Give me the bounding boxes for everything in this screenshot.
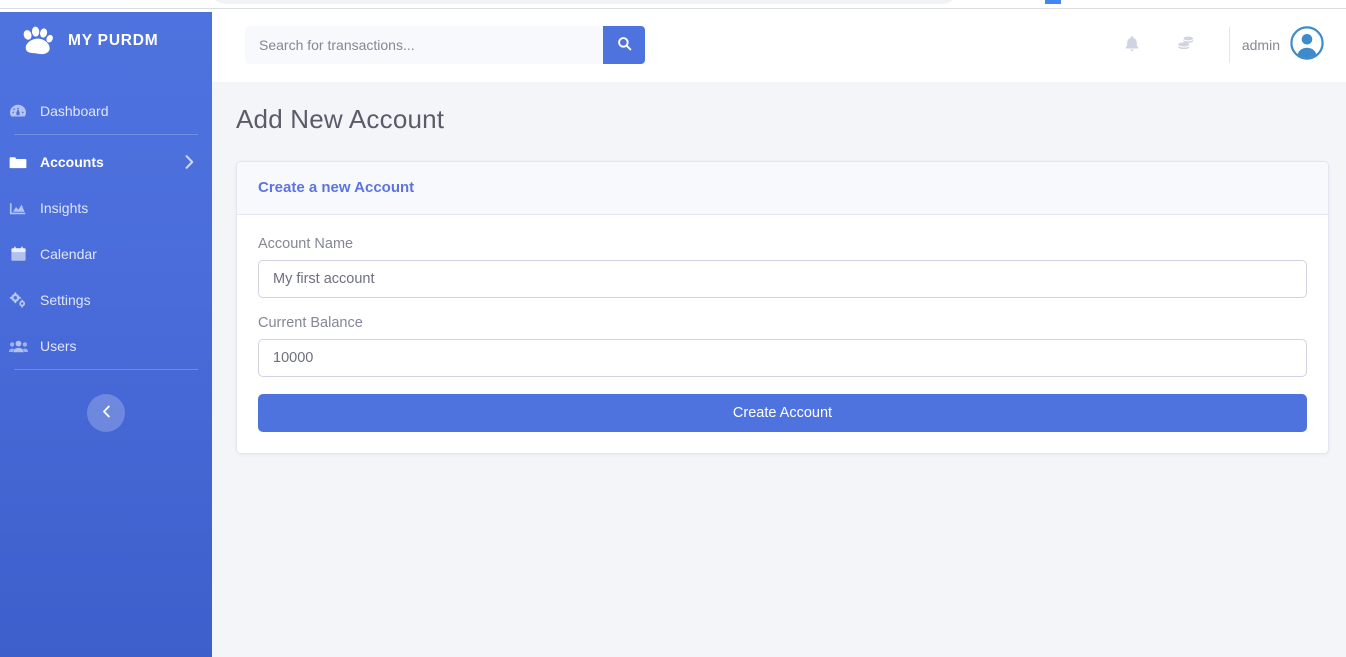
sidebar-item-label: Settings (40, 292, 91, 308)
sidebar-item-calendar[interactable]: Calendar (0, 231, 212, 277)
current-balance-input[interactable] (258, 339, 1307, 377)
user-menu[interactable]: admin (1241, 25, 1324, 65)
calendar-icon (8, 245, 28, 263)
user-avatar-icon (1290, 25, 1324, 65)
topbar: admin (212, 8, 1346, 82)
form-group-account-name: Account Name (258, 236, 1307, 298)
search-form (245, 26, 645, 64)
user-name: admin (1241, 37, 1280, 53)
coins-icon (1177, 35, 1195, 55)
page-title: Add New Account (236, 104, 445, 134)
bell-icon (1124, 35, 1140, 56)
sidebar-collapse-button[interactable] (87, 394, 125, 432)
brand-link[interactable]: MY PURDM (0, 0, 212, 82)
card-header-title: Create a new Account (258, 179, 415, 196)
sidebar-item-dashboard[interactable]: Dashboard (0, 88, 212, 134)
app-root: MY PURDM Dashboard Accounts Insights Cal… (0, 0, 1346, 657)
sidebar-item-label: Dashboard (40, 103, 109, 119)
tachometer-icon (8, 102, 28, 120)
chart-area-icon (8, 199, 28, 217)
create-account-button[interactable]: Create Account (258, 394, 1307, 432)
sidebar-toggle-wrap (0, 370, 212, 432)
sidebar-item-label: Accounts (40, 154, 104, 170)
current-balance-label: Current Balance (258, 315, 363, 331)
account-name-label: Account Name (258, 236, 354, 252)
sidebar-item-accounts[interactable]: Accounts (0, 139, 212, 185)
card-header: Create a new Account (237, 162, 1328, 215)
topbar-divider (1228, 27, 1230, 63)
account-name-input[interactable] (258, 260, 1307, 298)
paw-icon (20, 26, 54, 56)
card-body: Account Name Current Balance Create Acco… (237, 215, 1328, 453)
sidebar-item-settings[interactable]: Settings (0, 277, 212, 323)
chevron-right-icon (185, 155, 194, 169)
cogs-icon (8, 291, 28, 309)
sidebar-nav: Dashboard Accounts Insights Calendar Set… (0, 82, 212, 370)
sidebar: MY PURDM Dashboard Accounts Insights Cal… (0, 0, 212, 657)
sidebar-item-users[interactable]: Users (0, 323, 212, 369)
sidebar-item-label: Users (40, 338, 77, 354)
search-button[interactable] (603, 26, 645, 64)
notifications-button[interactable] (1105, 8, 1159, 82)
folder-icon (8, 153, 28, 171)
coins-button[interactable] (1159, 8, 1213, 82)
sidebar-item-label: Calendar (40, 246, 97, 262)
brand-text: MY PURDM (68, 32, 159, 49)
main-content: Add New Account Create a new Account Acc… (212, 82, 1346, 657)
create-account-card: Create a new Account Account Name Curren… (236, 161, 1329, 454)
sidebar-item-label: Insights (40, 200, 89, 216)
search-input[interactable] (245, 26, 603, 64)
form-group-current-balance: Current Balance (258, 315, 1307, 377)
search-icon (617, 36, 632, 54)
chevron-left-icon (102, 405, 111, 421)
users-icon (8, 337, 28, 355)
sidebar-item-insights[interactable]: Insights (0, 185, 212, 231)
topbar-actions: admin (1105, 8, 1346, 82)
